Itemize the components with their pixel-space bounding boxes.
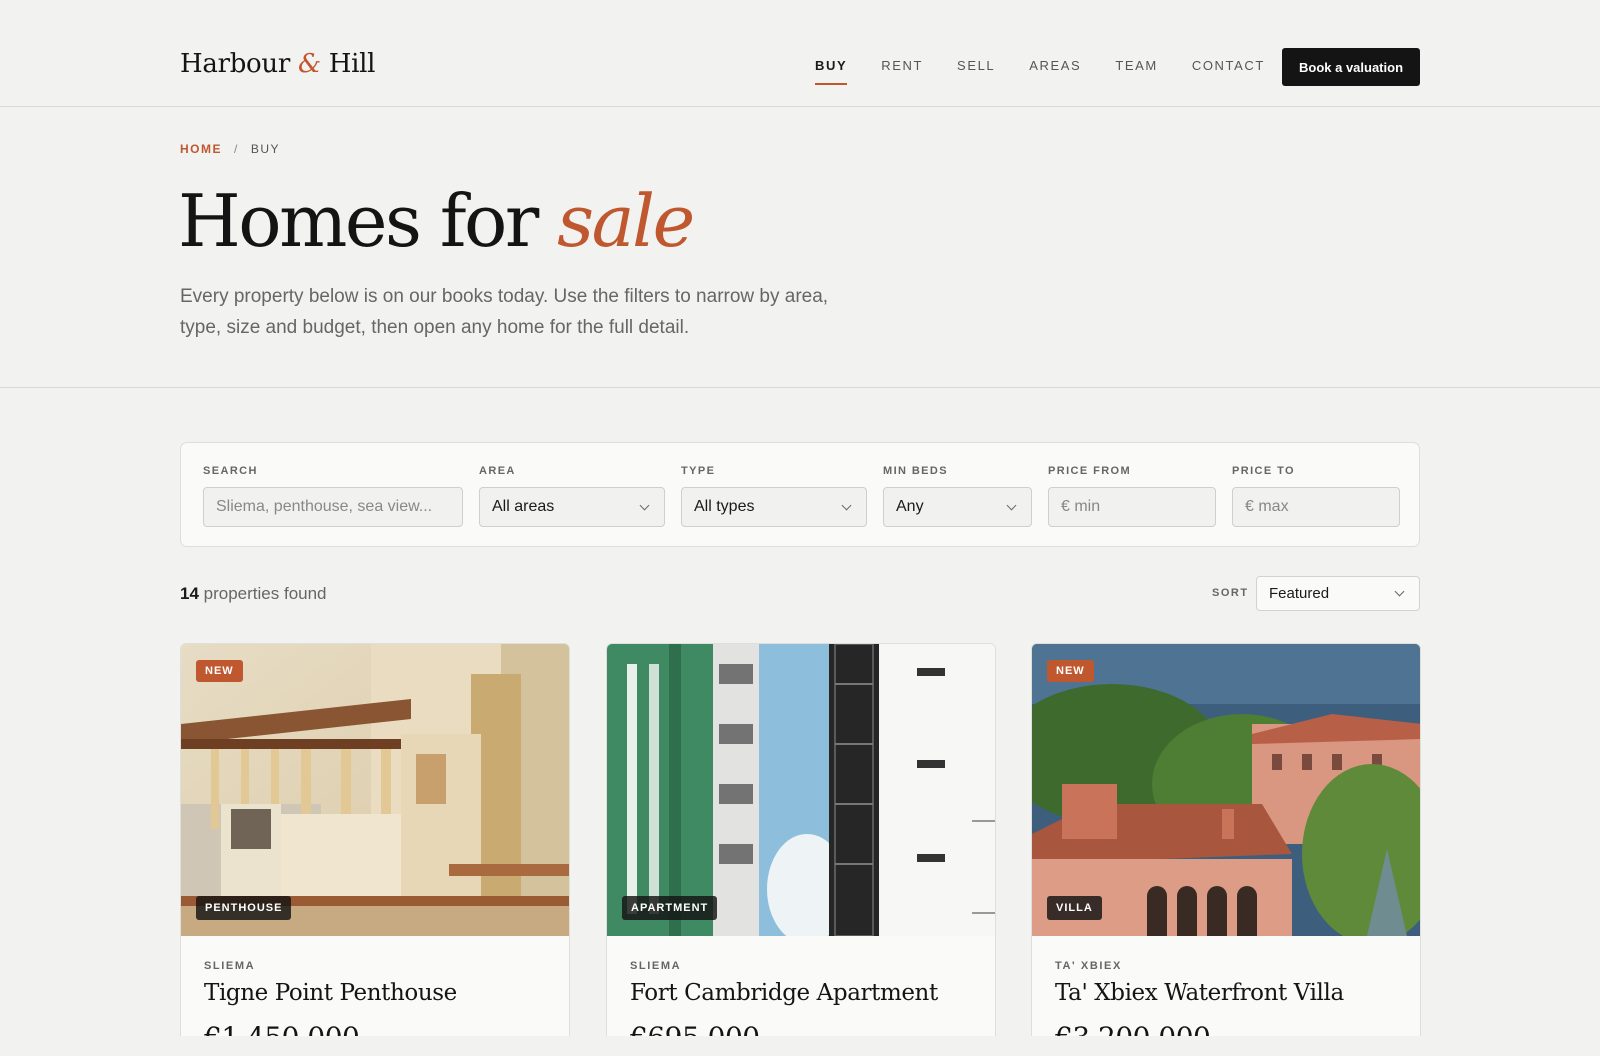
breadcrumb: HOME / BUY xyxy=(180,142,280,156)
site-header: Harbour & Hill BUY RENT SELL AREAS TEAM … xyxy=(0,0,1600,107)
brand-logo[interactable]: Harbour & Hill xyxy=(180,49,375,79)
nav-item-rent[interactable]: RENT xyxy=(881,58,923,81)
nav-item-sell[interactable]: SELL xyxy=(957,58,995,81)
nav-item-areas[interactable]: AREAS xyxy=(1029,58,1081,81)
price-to-input[interactable] xyxy=(1232,487,1400,527)
chevron-down-icon xyxy=(639,500,650,510)
listing-photo: NEW VILLA xyxy=(1032,644,1420,936)
property-type-badge: PENTHOUSE xyxy=(196,896,292,920)
main-nav: BUY RENT SELL AREAS TEAM CONTACT xyxy=(815,58,1299,85)
breadcrumb-current: BUY xyxy=(250,142,281,156)
area-select-value: All areas xyxy=(492,498,555,515)
price-from-input[interactable] xyxy=(1048,487,1216,527)
new-badge: NEW xyxy=(196,660,243,682)
min-beds-select[interactable]: Any xyxy=(883,487,1032,527)
sort-label: SORT xyxy=(1212,587,1249,599)
listing-title: Ta' Xbiex Waterfront Villa xyxy=(1055,980,1344,1006)
page-title-accent: sale xyxy=(557,179,695,263)
new-badge: NEW xyxy=(1047,660,1094,682)
brand-name-part2: Hill xyxy=(328,49,376,79)
listing-photo: NEW PENTHOUSE xyxy=(181,644,569,936)
page-title: Homes for sale xyxy=(178,179,695,263)
viewport-edge xyxy=(0,1036,1600,1056)
page-title-plain: Homes for xyxy=(178,179,539,263)
area-label: AREA xyxy=(479,465,516,477)
search-label: SEARCH xyxy=(203,465,258,477)
nav-item-contact[interactable]: CONTACT xyxy=(1192,58,1265,81)
filter-panel: SEARCH AREA All areas TYPE All types MIN… xyxy=(180,442,1420,547)
area-select[interactable]: All areas xyxy=(479,487,665,527)
brand-name-part1: Harbour xyxy=(180,49,290,79)
type-select[interactable]: All types xyxy=(681,487,867,527)
sort-select[interactable]: Featured xyxy=(1256,576,1420,611)
listing-title: Fort Cambridge Apartment xyxy=(630,980,938,1006)
min-beds-label: MIN BEDS xyxy=(883,465,948,477)
listing-area: SLIEMA xyxy=(204,960,256,972)
nav-item-team[interactable]: TEAM xyxy=(1115,58,1158,81)
brand-ampersand: & xyxy=(297,49,321,79)
breadcrumb-separator: / xyxy=(234,142,239,156)
type-select-value: All types xyxy=(694,498,755,515)
results-count-number: 14 xyxy=(180,584,199,603)
search-input[interactable] xyxy=(203,487,463,527)
listing-area: TA' XBIEX xyxy=(1055,960,1122,972)
property-type-badge: VILLA xyxy=(1047,896,1102,920)
chevron-down-icon xyxy=(1394,586,1405,597)
chevron-down-icon xyxy=(1006,500,1017,510)
book-valuation-button[interactable]: Book a valuation xyxy=(1282,48,1420,86)
page-subtitle: Every property below is on our books tod… xyxy=(180,286,829,338)
property-type-badge: APARTMENT xyxy=(622,896,718,920)
sort-select-value: Featured xyxy=(1269,585,1330,602)
listing-area: SLIEMA xyxy=(630,960,682,972)
listing-card[interactable]: NEW VILLA TA' XBIEX Ta' Xbiex Waterfront… xyxy=(1031,643,1421,1056)
nav-item-buy[interactable]: BUY xyxy=(815,58,848,85)
type-label: TYPE xyxy=(681,465,716,477)
breadcrumb-home[interactable]: HOME xyxy=(180,142,222,156)
listing-title: Tigne Point Penthouse xyxy=(204,980,457,1006)
results-count: 14 properties found xyxy=(180,584,327,604)
hero-section: HOME / BUY Homes for sale Every property… xyxy=(0,107,1600,388)
listing-card[interactable]: APARTMENT SLIEMA Fort Cambridge Apartmen… xyxy=(606,643,996,1056)
listing-photo: APARTMENT xyxy=(607,644,995,936)
price-to-label: PRICE TO xyxy=(1232,465,1295,477)
min-beds-select-value: Any xyxy=(896,498,924,515)
listing-card[interactable]: NEW PENTHOUSE SLIEMA Tigne Point Penthou… xyxy=(180,643,570,1056)
chevron-down-icon xyxy=(841,500,852,510)
price-from-label: PRICE FROM xyxy=(1048,465,1132,477)
results-count-label: properties found xyxy=(203,584,327,603)
